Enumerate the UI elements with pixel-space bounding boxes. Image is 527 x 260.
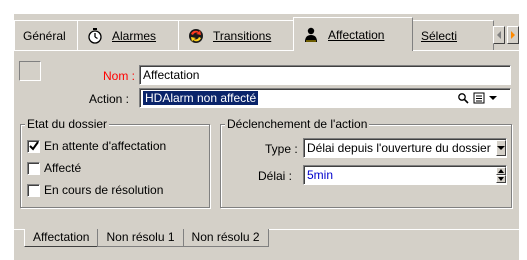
- nom-label: Nom :: [103, 69, 136, 83]
- person-icon: [302, 26, 320, 44]
- tab-scroll-buttons: [493, 26, 519, 44]
- delai-spinner[interactable]: [496, 167, 506, 183]
- checkbox-label: En attente d'affectation: [44, 139, 167, 153]
- type-label: Type :: [265, 142, 298, 156]
- tab-label: Alarmes: [112, 28, 157, 43]
- delai-label: Délai :: [258, 169, 293, 183]
- tab-strip: Général Alarmes Transitions Affectation …: [14, 14, 519, 51]
- tab-label: Sélecti: [421, 28, 458, 43]
- declenchement-group: Déclenchement de l'action Type : Délai d…: [220, 117, 512, 208]
- checkbox-box[interactable]: [27, 161, 40, 175]
- tab-content-panel: Nom : Affectation Action : HDAlarm non a…: [14, 50, 519, 260]
- bottom-tab-strip: Affectation Non résolu 1 Non résolu 2: [24, 229, 269, 247]
- transitions-icon: [187, 27, 205, 45]
- type-dropdown-button[interactable]: [496, 140, 506, 156]
- chevron-left-icon: [497, 31, 501, 39]
- chevron-right-icon: [511, 31, 515, 39]
- type-value: Délai depuis l'ouverture du dossier: [307, 141, 491, 155]
- nom-value: Affectation: [143, 68, 200, 82]
- checkbox-en-cours[interactable]: En cours de résolution: [27, 183, 163, 197]
- action-dropdown-button[interactable]: [488, 90, 498, 106]
- arrow-up-icon: [498, 169, 504, 173]
- arrow-down-icon: [498, 177, 504, 181]
- etat-dossier-title: Etat du dossier: [25, 117, 110, 131]
- form-icon: [473, 92, 485, 104]
- etat-dossier-group: Etat du dossier En attente d'affectation…: [20, 117, 210, 208]
- tab-label: Général: [23, 28, 66, 43]
- record-thumbnail: [19, 61, 41, 81]
- tab-general[interactable]: Général: [14, 20, 78, 50]
- tab-label: Transitions: [213, 28, 272, 43]
- tab-scroll-left-button[interactable]: [493, 26, 505, 44]
- checkbox-affecte[interactable]: Affecté: [27, 161, 81, 175]
- tab-affectation[interactable]: Affectation: [293, 17, 413, 51]
- dialog-frame: Général Alarmes Transitions Affectation …: [14, 14, 519, 260]
- delai-field[interactable]: 5min: [303, 165, 507, 185]
- checkbox-label: Affecté: [44, 161, 82, 175]
- chevron-down-icon: [489, 96, 497, 100]
- bottom-tab-non-resolu-2[interactable]: Non résolu 2: [182, 229, 269, 247]
- action-details-button[interactable]: [472, 90, 486, 106]
- tab-scroll-right-button[interactable]: [507, 26, 519, 44]
- checkbox-box[interactable]: [27, 183, 40, 197]
- checkbox-label: En cours de résolution: [44, 183, 164, 197]
- tab-transitions[interactable]: Transitions: [178, 20, 294, 50]
- spin-down-button[interactable]: [496, 175, 506, 183]
- checkbox-en-attente[interactable]: En attente d'affectation: [27, 139, 166, 153]
- declenchement-title: Déclenchement de l'action: [225, 117, 370, 131]
- stopwatch-icon: [86, 27, 104, 45]
- bottom-tab-affectation[interactable]: Affectation: [24, 229, 99, 247]
- chevron-down-icon: [497, 146, 505, 150]
- nom-field[interactable]: Affectation: [139, 65, 511, 85]
- bottom-tab-non-resolu-1[interactable]: Non résolu 1: [97, 229, 184, 247]
- checkmark-icon: [28, 141, 39, 151]
- delai-value: 5min: [307, 168, 334, 182]
- checkbox-box[interactable]: [27, 139, 40, 153]
- action-value: HDAlarm non affecté: [143, 91, 259, 105]
- magnifier-icon: [458, 93, 469, 104]
- action-search-button[interactable]: [456, 90, 470, 106]
- tab-alarmes[interactable]: Alarmes: [77, 20, 179, 50]
- tab-label: Affectation: [328, 27, 385, 42]
- spin-up-button[interactable]: [496, 167, 506, 175]
- action-label: Action :: [89, 92, 130, 106]
- tab-selection[interactable]: Sélecti: [412, 20, 494, 50]
- type-select[interactable]: Délai depuis l'ouverture du dossier: [303, 138, 507, 158]
